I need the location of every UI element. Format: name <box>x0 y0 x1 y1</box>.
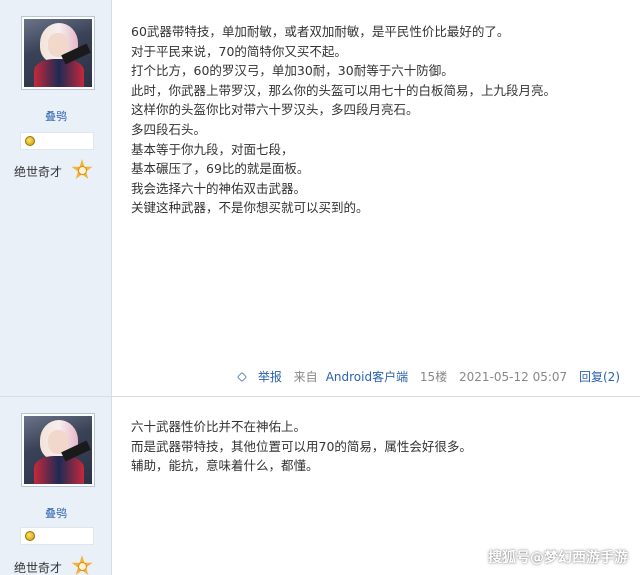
post-line: 打个比方，60的罗汉弓，单加30耐，30耐等于六十防御。 <box>131 63 454 79</box>
post-line: 我会选择六十的神佑双击武器。 <box>131 180 307 196</box>
post-line: 而是武器带特技，其他位置可以用70的简易，属性会好很多。 <box>131 438 472 454</box>
source-text: 来自 Android客户端 <box>294 370 408 384</box>
post-content: 60武器带特技，单加耐敏，或者双加耐敏，是平民性价比最好的了。 对于平民来说，7… <box>131 22 631 218</box>
rank-title: 绝世奇才 <box>14 165 63 179</box>
post-line: 对于平民来说，70的简特你又买不起。 <box>131 43 347 59</box>
post-16: 叠鸮 绝世奇才 六十武器性价比并不在神佑上。 而是武器带特技，其他位置可以用70… <box>0 396 640 575</box>
post-line: 辅助，能抗，意味着什么，都懂。 <box>131 458 319 474</box>
post-line: 60武器带特技，单加耐敏，或者双加耐敏，是平民性价比最好的了。 <box>131 24 510 39</box>
coin-icon <box>25 136 35 146</box>
post-datetime: 2021-05-12 05:07 <box>459 370 568 384</box>
level-bar <box>20 132 94 150</box>
avatar[interactable] <box>21 413 95 487</box>
post-15: 叠鸮 绝世奇才 60武器带特技，单加耐敏，或者双加耐敏，是平民性价比最好的了。 … <box>0 0 640 396</box>
post-line: 六十武器性价比并不在神佑上。 <box>131 419 307 434</box>
post-line: 这样你的头盔你比对带六十罗汉头，多四段月亮石。 <box>131 102 419 118</box>
author-sidebar: 叠鸮 绝世奇才 <box>0 0 112 396</box>
post-line: 此时，你武器上带罗汉，那么你的头盔可以用七十的白板简易，上九段月亮。 <box>131 82 557 98</box>
avatar-image <box>24 416 92 484</box>
level-bar <box>20 527 94 545</box>
reply-link[interactable]: 回复(2) <box>579 370 620 384</box>
client-link[interactable]: Android客户端 <box>326 370 408 384</box>
avatar[interactable] <box>21 16 95 90</box>
report-icon <box>236 372 247 382</box>
source-prefix: 来自 <box>293 370 318 384</box>
post-line: 基本碾压了，69比的就是面板。 <box>131 161 310 177</box>
post-content: 六十武器性价比并不在神佑上。 而是武器带特技，其他位置可以用70的简易，属性会好… <box>131 417 631 476</box>
post-line: 基本等于你九段，对面七段， <box>131 141 294 157</box>
author-name[interactable]: 叠鸮 <box>0 108 112 124</box>
post-line: 关键这种武器，不是你想买就可以买到的。 <box>131 200 369 216</box>
watermark: 搜狐号@梦幻西游手游 <box>488 550 628 566</box>
author-sidebar: 叠鸮 绝世奇才 <box>0 397 112 575</box>
rank-title: 绝世奇才 <box>14 561 63 575</box>
report-link[interactable]: 举报 <box>236 370 282 384</box>
rank-badge-icon <box>71 555 93 575</box>
post-line: 多四段石头。 <box>131 121 207 137</box>
report-label: 举报 <box>257 370 282 384</box>
rank-badge-icon <box>71 159 93 181</box>
author-name[interactable]: 叠鸮 <box>0 505 112 521</box>
coin-icon <box>25 531 35 541</box>
post-footer: 举报 来自 Android客户端 15楼 2021-05-12 05:07 回复(… <box>236 368 620 385</box>
avatar-image <box>24 19 92 87</box>
floor-number: 15楼 <box>419 370 448 384</box>
